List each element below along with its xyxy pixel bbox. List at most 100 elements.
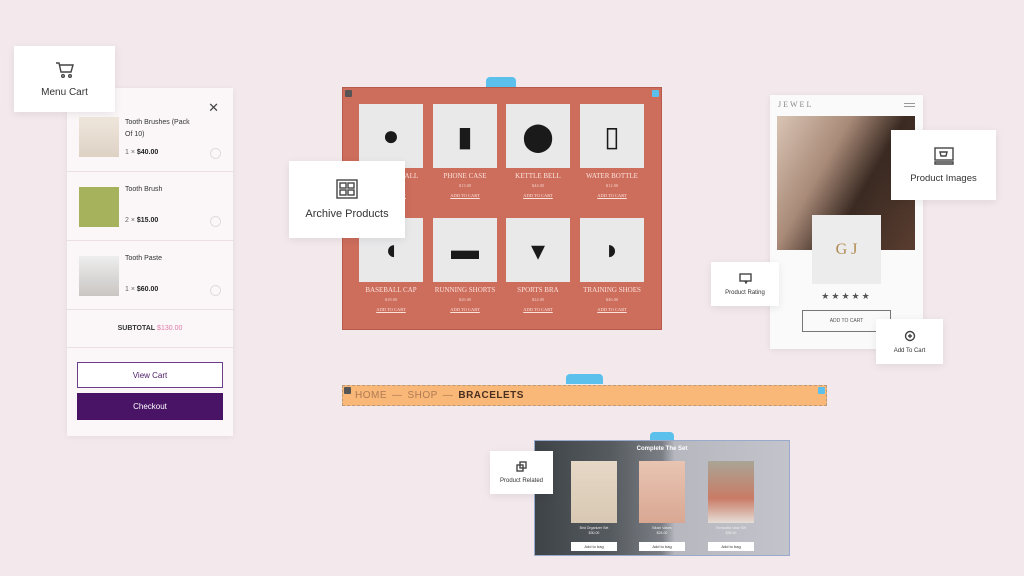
item-qty: 1 × — [125, 149, 135, 156]
add-to-cart-link[interactable]: ADD TO CART — [580, 307, 644, 312]
product-name: Terracotta Vase Set — [715, 526, 747, 530]
product-photo-icon: ▬ — [451, 234, 479, 265]
view-cart-button[interactable]: View Cart — [77, 362, 223, 388]
product-related-label: Product Related — [499, 478, 544, 484]
related-product: Bird Organizer Set $30.00 Add to bag — [571, 461, 617, 551]
checkout-button[interactable]: Checkout — [77, 393, 223, 420]
widget-menu-icon[interactable] — [345, 90, 352, 97]
product-photo-icon: ▯ — [604, 120, 620, 152]
archive-products-label: Archive Products — [305, 208, 389, 220]
product-price: $24.00 — [531, 297, 545, 302]
product-image[interactable]: ⬤ — [506, 104, 570, 168]
add-to-cart-link[interactable]: ADD TO CART — [506, 307, 570, 312]
edit-icon[interactable] — [652, 90, 659, 97]
product-photo-icon: ◖ — [382, 234, 400, 265]
product-photo-icon: ◗ — [603, 234, 621, 265]
add-to-bag-button[interactable]: Add to bag — [708, 542, 754, 551]
breadcrumb-separator: — — [442, 390, 454, 401]
product-image — [639, 461, 685, 523]
cart-panel: ✕ Tooth Brushes (Pack Of 10) 1 × $40.00 … — [67, 88, 233, 436]
star-icon: ★ — [841, 291, 852, 301]
product-image[interactable]: ▾ — [506, 218, 570, 282]
widget-handle[interactable] — [566, 374, 603, 384]
product-related-widget: Complete The Set Bird Organizer Set $30.0… — [534, 440, 790, 556]
product-name: KETTLE BELL — [515, 172, 561, 180]
product-card: ▮ PHONE CASE $13.00 ADD TO CART — [433, 104, 497, 198]
product-related-widget-label[interactable]: Product Related — [490, 451, 553, 494]
add-circle-icon — [904, 330, 915, 341]
product-price: $26.00 — [458, 297, 472, 302]
product-image — [708, 461, 754, 523]
item-price: 2 × $15.00 — [125, 217, 158, 224]
edit-icon[interactable] — [818, 387, 825, 394]
remove-item-icon[interactable] — [210, 216, 221, 227]
product-name: BASEBALL CAP — [365, 286, 417, 294]
product-image[interactable]: ◗ — [580, 218, 644, 282]
product-name: SPORTS BRA — [517, 286, 559, 294]
breadcrumb-current: BRACELETS — [458, 390, 524, 401]
breadcrumb-separator: — — [392, 390, 403, 401]
subtotal: SUBTOTAL $130.00 — [67, 310, 233, 348]
archive-products-widget-label[interactable]: Archive Products — [289, 161, 405, 238]
item-name: Tooth Paste — [125, 255, 162, 262]
star-icon: ★ — [831, 291, 842, 301]
product-image[interactable]: ▮ — [433, 104, 497, 168]
product-image[interactable]: ● — [359, 104, 423, 168]
add-to-bag-button[interactable]: Add to bag — [571, 542, 617, 551]
add-to-cart-link[interactable]: ADD TO CART — [580, 193, 644, 198]
product-images-label: Product Images — [910, 172, 977, 184]
item-price-value: $60.00 — [136, 286, 159, 293]
add-to-cart-link[interactable]: ADD TO CART — [433, 193, 497, 198]
product-price: $36.00 — [725, 531, 737, 535]
product-info: Blush Vases $24.00 — [639, 526, 685, 536]
item-name: Tooth Brushes (Pack Of 10) — [125, 119, 190, 138]
item-price: 1 × $40.00 — [125, 149, 158, 156]
product-photo-icon: ⬤ — [522, 120, 554, 152]
breadcrumb-home[interactable]: HOME — [355, 390, 387, 401]
menu-cart-label: Menu Cart — [41, 86, 88, 98]
hamburger-menu-icon[interactable] — [904, 103, 915, 107]
remove-item-icon[interactable] — [210, 148, 221, 159]
related-product: Terracotta Vase Set $36.00 Add to bag — [708, 461, 754, 551]
product-thumbnail-image[interactable]: G J — [812, 215, 881, 284]
product-name: Bird Organizer Set — [579, 526, 609, 530]
item-qty: 2 × — [125, 217, 135, 224]
menu-cart-widget-label[interactable]: Menu Cart — [14, 46, 115, 112]
product-rating-widget-label[interactable]: Product Rating — [711, 262, 779, 306]
remove-item-icon[interactable] — [210, 285, 221, 296]
product-images-widget-label[interactable]: Product Images — [891, 130, 996, 200]
product-rating-label: Product Rating — [725, 289, 765, 296]
widget-menu-icon[interactable] — [344, 387, 351, 394]
product-price: $30.00 — [588, 531, 600, 535]
add-to-cart-link[interactable]: ADD TO CART — [359, 307, 423, 312]
product-price: $18.00 — [384, 297, 398, 302]
product-name: TRAINING SHOES — [583, 286, 641, 294]
breadcrumb-shop[interactable]: SHOP — [408, 390, 438, 401]
star-icon: ★ — [851, 291, 862, 301]
product-image[interactable]: ▯ — [580, 104, 644, 168]
boxes-icon — [515, 461, 527, 472]
item-name: Tooth Brush — [125, 186, 163, 193]
product-photo-icon: ▾ — [530, 234, 546, 266]
product-price: $13.00 — [458, 183, 472, 188]
product-info: Bird Organizer Set $30.00 — [571, 526, 617, 536]
cart-item: Tooth Paste 1 × $60.00 — [67, 241, 233, 310]
widget-handle[interactable] — [486, 77, 516, 87]
product-price: $12.00 — [605, 183, 619, 188]
add-to-cart-link[interactable]: ADD TO CART — [433, 307, 497, 312]
add-to-cart-label: Add To Cart — [893, 347, 926, 354]
product-image[interactable]: ▬ — [433, 218, 497, 282]
item-price: 1 × $60.00 — [125, 286, 158, 293]
add-to-cart-link[interactable]: ADD TO CART — [506, 193, 570, 198]
subtotal-value: $130.00 — [157, 325, 183, 332]
cart-icon — [55, 61, 74, 78]
product-images-icon — [933, 146, 954, 165]
related-product: Blush Vases $24.00 Add to bag — [639, 461, 685, 551]
archive-grid-icon — [336, 179, 358, 199]
add-to-cart-widget-label[interactable]: Add To Cart — [876, 319, 943, 364]
add-to-bag-button[interactable]: Add to bag — [639, 542, 685, 551]
product-card: ▾ SPORTS BRA $24.00 ADD TO CART — [506, 218, 570, 312]
product-image — [571, 461, 617, 523]
product-card: ▬ RUNNING SHORTS $26.00 ADD TO CART — [433, 218, 497, 312]
product-card: ◗ TRAINING SHOES $46.00 ADD TO CART — [580, 218, 644, 312]
